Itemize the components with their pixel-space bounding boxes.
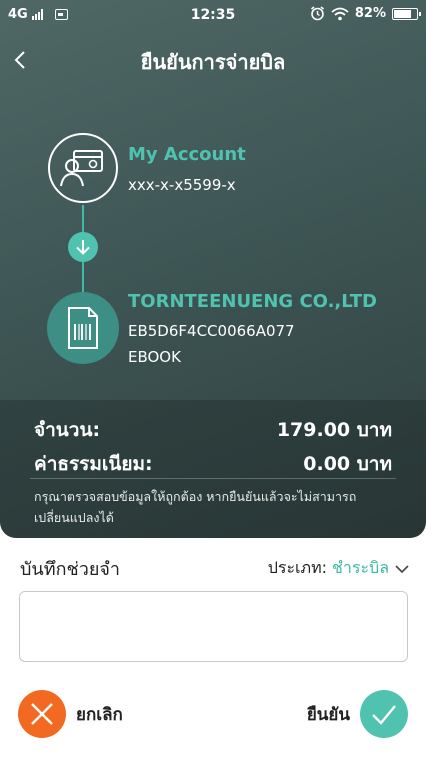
close-icon (18, 690, 66, 738)
divider (30, 478, 396, 479)
status-bar: 4G 12:35 82% (0, 0, 426, 30)
page-title: ยืนยันการจ่ายบิล (140, 50, 286, 74)
amount-value: 179.00 บาท (276, 419, 392, 441)
nav-bar: ยืนยันการจ่ายบิล (0, 38, 426, 82)
payment-type-value: ชำระบิล (332, 558, 389, 577)
amount-label: จำนวน: (34, 419, 101, 441)
confirm-button[interactable]: ยืนยัน (307, 690, 408, 738)
hero-panel: 4G 12:35 82% ยืนยันการจ่ายบิล My Account… (0, 0, 426, 538)
fee-value: 0.00 บาท (303, 453, 392, 475)
memo-label: บันทึกช่วยจำ (20, 559, 121, 580)
biller-reference-2: EBOOK (128, 348, 181, 366)
from-account-number: xxx-x-x5599-x (128, 176, 236, 194)
account-card-icon (48, 133, 118, 203)
confirm-label: ยืนยัน (306, 704, 350, 725)
from-account-name: My Account (128, 144, 246, 165)
bill-icon (47, 292, 119, 364)
arrow-down-icon (68, 232, 98, 262)
check-icon (360, 690, 408, 738)
biller-name: TORNTEENUENG CO.,LTD (128, 291, 377, 312)
connector-line (82, 262, 84, 292)
connector-line (82, 205, 84, 233)
cancel-label: ยกเลิก (76, 704, 123, 725)
biller-reference-1: EB5D6F4CC0066A077 (128, 322, 295, 340)
battery-percent: 82% (354, 6, 386, 21)
fee-label: ค่าธรรมเนียม: (34, 453, 153, 475)
wifi-icon (331, 7, 349, 20)
memo-input[interactable] (19, 591, 408, 662)
alarm-icon (310, 6, 324, 21)
payment-type-dropdown[interactable]: ประเภท: ชำระบิล (268, 556, 410, 581)
payment-type-label: ประเภท: (267, 558, 327, 577)
cancel-button[interactable]: ยกเลิก (18, 690, 123, 738)
battery-icon (392, 7, 421, 20)
confirmation-note: กรุณาตรวจสอบข้อมูลให้ถูกต้อง หากยืนยันแล… (34, 489, 357, 525)
chevron-down-icon (395, 564, 409, 573)
